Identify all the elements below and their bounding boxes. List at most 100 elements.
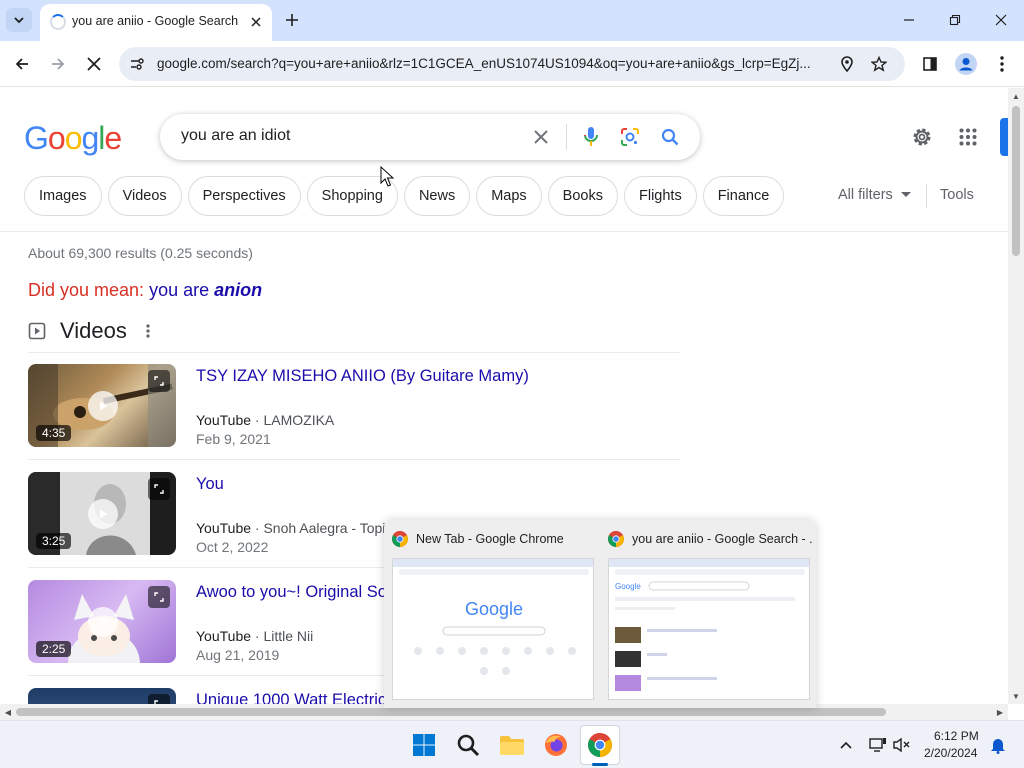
volume-button[interactable] xyxy=(886,729,918,761)
restore-button[interactable] xyxy=(932,4,978,36)
filters-divider xyxy=(926,184,927,208)
chip-perspectives[interactable]: Perspectives xyxy=(187,176,301,216)
video-thumbnail[interactable]: 2:25 xyxy=(28,580,176,663)
chip-images[interactable]: Images xyxy=(24,176,102,216)
search-submit-button[interactable] xyxy=(659,126,681,148)
did-you-mean-label: Did you mean: xyxy=(28,280,145,300)
play-icon xyxy=(88,607,118,637)
mouse-cursor-icon xyxy=(380,166,394,187)
caret-down-icon xyxy=(900,192,911,197)
image-search-button[interactable] xyxy=(619,126,641,148)
videos-divider xyxy=(28,352,680,353)
address-bar[interactable]: google.com/search?q=you+are+aniio&rlz=1C… xyxy=(119,47,905,81)
new-tab-button[interactable] xyxy=(280,8,304,32)
search-box[interactable]: you are an idiot xyxy=(160,114,700,160)
chrome-menu-button[interactable] xyxy=(988,50,1016,78)
chip-books[interactable]: Books xyxy=(547,176,618,216)
network-icon xyxy=(869,738,886,752)
preview-thumbnail: Google xyxy=(608,558,810,700)
scroll-right-arrow-icon[interactable]: ▶ xyxy=(992,704,1008,720)
search-input[interactable]: you are an idiot xyxy=(181,127,290,145)
chip-finance[interactable]: Finance xyxy=(702,176,785,216)
expand-icon[interactable] xyxy=(148,478,170,500)
voice-search-button[interactable] xyxy=(580,126,602,148)
url-text[interactable]: google.com/search?q=you+are+aniio&rlz=1C… xyxy=(157,56,833,71)
start-button[interactable] xyxy=(408,729,440,761)
videos-more-options[interactable] xyxy=(141,321,155,341)
account-avatar[interactable] xyxy=(1000,118,1008,156)
video-title[interactable]: Unique 1000 Watt Electric xyxy=(196,691,386,704)
profile-button[interactable] xyxy=(952,50,980,78)
close-icon xyxy=(87,57,101,71)
vertical-scrollbar[interactable]: ▲ ▼ xyxy=(1008,88,1024,704)
file-explorer-button[interactable] xyxy=(496,729,528,761)
clock-time[interactable]: 6:12 PM xyxy=(934,729,979,743)
tab-search-button[interactable] xyxy=(6,8,32,32)
preview-search-page[interactable]: you are aniio - Google Search - ... Goog… xyxy=(600,520,816,708)
bell-icon xyxy=(991,739,1005,754)
google-logo[interactable]: Google xyxy=(24,120,122,157)
tab-close-button[interactable] xyxy=(246,12,266,32)
scroll-down-arrow-icon[interactable]: ▼ xyxy=(1008,688,1024,704)
active-tab[interactable]: you are aniio - Google Search xyxy=(40,4,272,41)
minimize-button[interactable] xyxy=(886,4,932,36)
firefox-button[interactable] xyxy=(540,729,572,761)
expand-icon[interactable] xyxy=(148,694,170,704)
preview-new-tab[interactable]: New Tab - Google Chrome Google xyxy=(384,520,600,708)
video-title[interactable]: Awoo to you~! Original Sor xyxy=(196,583,392,602)
apps-grid-icon xyxy=(959,128,977,146)
settings-button[interactable] xyxy=(910,125,934,149)
video-thumbnail[interactable] xyxy=(28,688,176,704)
result-stats: About 69,300 results (0.25 seconds) xyxy=(28,245,253,261)
video-title[interactable]: TSY IZAY MISEHO ANIIO (By Guitare Mamy) xyxy=(196,367,529,386)
side-panel-button[interactable] xyxy=(916,50,944,78)
chip-flights[interactable]: Flights xyxy=(623,176,697,216)
video-date: Aug 21, 2019 xyxy=(196,647,280,663)
clock-date[interactable]: 2/20/2024 xyxy=(924,746,977,760)
video-thumbnail[interactable]: 4:35 xyxy=(28,364,176,447)
chip-maps[interactable]: Maps xyxy=(476,176,542,216)
video-channel: Little Nii xyxy=(263,628,314,644)
video-duration: 4:35 xyxy=(36,425,72,441)
video-platform: YouTube xyxy=(196,628,252,644)
logo-letter: G xyxy=(24,120,49,156)
all-filters-button[interactable]: All filters xyxy=(838,187,911,203)
show-hidden-icons-button[interactable] xyxy=(830,729,862,761)
scroll-left-arrow-icon[interactable]: ◀ xyxy=(0,704,16,720)
video-duration: 2:25 xyxy=(36,641,72,657)
close-window-button[interactable] xyxy=(978,4,1024,36)
chip-videos[interactable]: Videos xyxy=(107,176,182,216)
video-thumbnail[interactable]: 3:25 xyxy=(28,472,176,555)
play-icon xyxy=(88,391,118,421)
location-pin-icon[interactable] xyxy=(837,54,857,74)
scroll-up-arrow-icon[interactable]: ▲ xyxy=(1008,88,1024,104)
side-panel-icon xyxy=(923,57,937,71)
back-button[interactable] xyxy=(8,50,36,78)
logo-letter: o xyxy=(47,120,66,156)
taskbar-window-previews: New Tab - Google Chrome Google you are a… xyxy=(384,520,816,708)
chevron-up-icon xyxy=(840,741,852,749)
stop-loading-button[interactable] xyxy=(80,50,108,78)
chip-news[interactable]: News xyxy=(403,176,471,216)
video-title[interactable]: You xyxy=(196,475,224,494)
tools-button[interactable]: Tools xyxy=(940,187,974,203)
video-source: YouTube · LAMOZIKA xyxy=(196,412,335,428)
google-apps-button[interactable] xyxy=(956,125,980,149)
site-info-icon[interactable] xyxy=(127,54,147,74)
did-you-mean-link[interactable]: you are anion xyxy=(149,280,262,300)
clear-search-button[interactable] xyxy=(530,126,552,148)
forward-button[interactable] xyxy=(44,50,72,78)
vertical-scroll-thumb[interactable] xyxy=(1012,106,1020,256)
chrome-taskbar-button[interactable] xyxy=(584,729,616,761)
expand-icon[interactable] xyxy=(148,370,170,392)
video-platform: YouTube xyxy=(196,412,252,428)
taskbar-search-button[interactable] xyxy=(452,729,484,761)
firefox-icon xyxy=(545,734,567,756)
video-result[interactable]: 4:35 TSY IZAY MISEHO ANIIO (By Guitare M… xyxy=(28,364,680,472)
notifications-button[interactable] xyxy=(982,729,1014,761)
horizontal-scroll-thumb[interactable] xyxy=(16,708,886,716)
logo-letter: g xyxy=(81,120,99,156)
bookmark-star-icon[interactable] xyxy=(869,54,889,74)
chrome-icon xyxy=(392,531,408,547)
expand-icon[interactable] xyxy=(148,586,170,608)
